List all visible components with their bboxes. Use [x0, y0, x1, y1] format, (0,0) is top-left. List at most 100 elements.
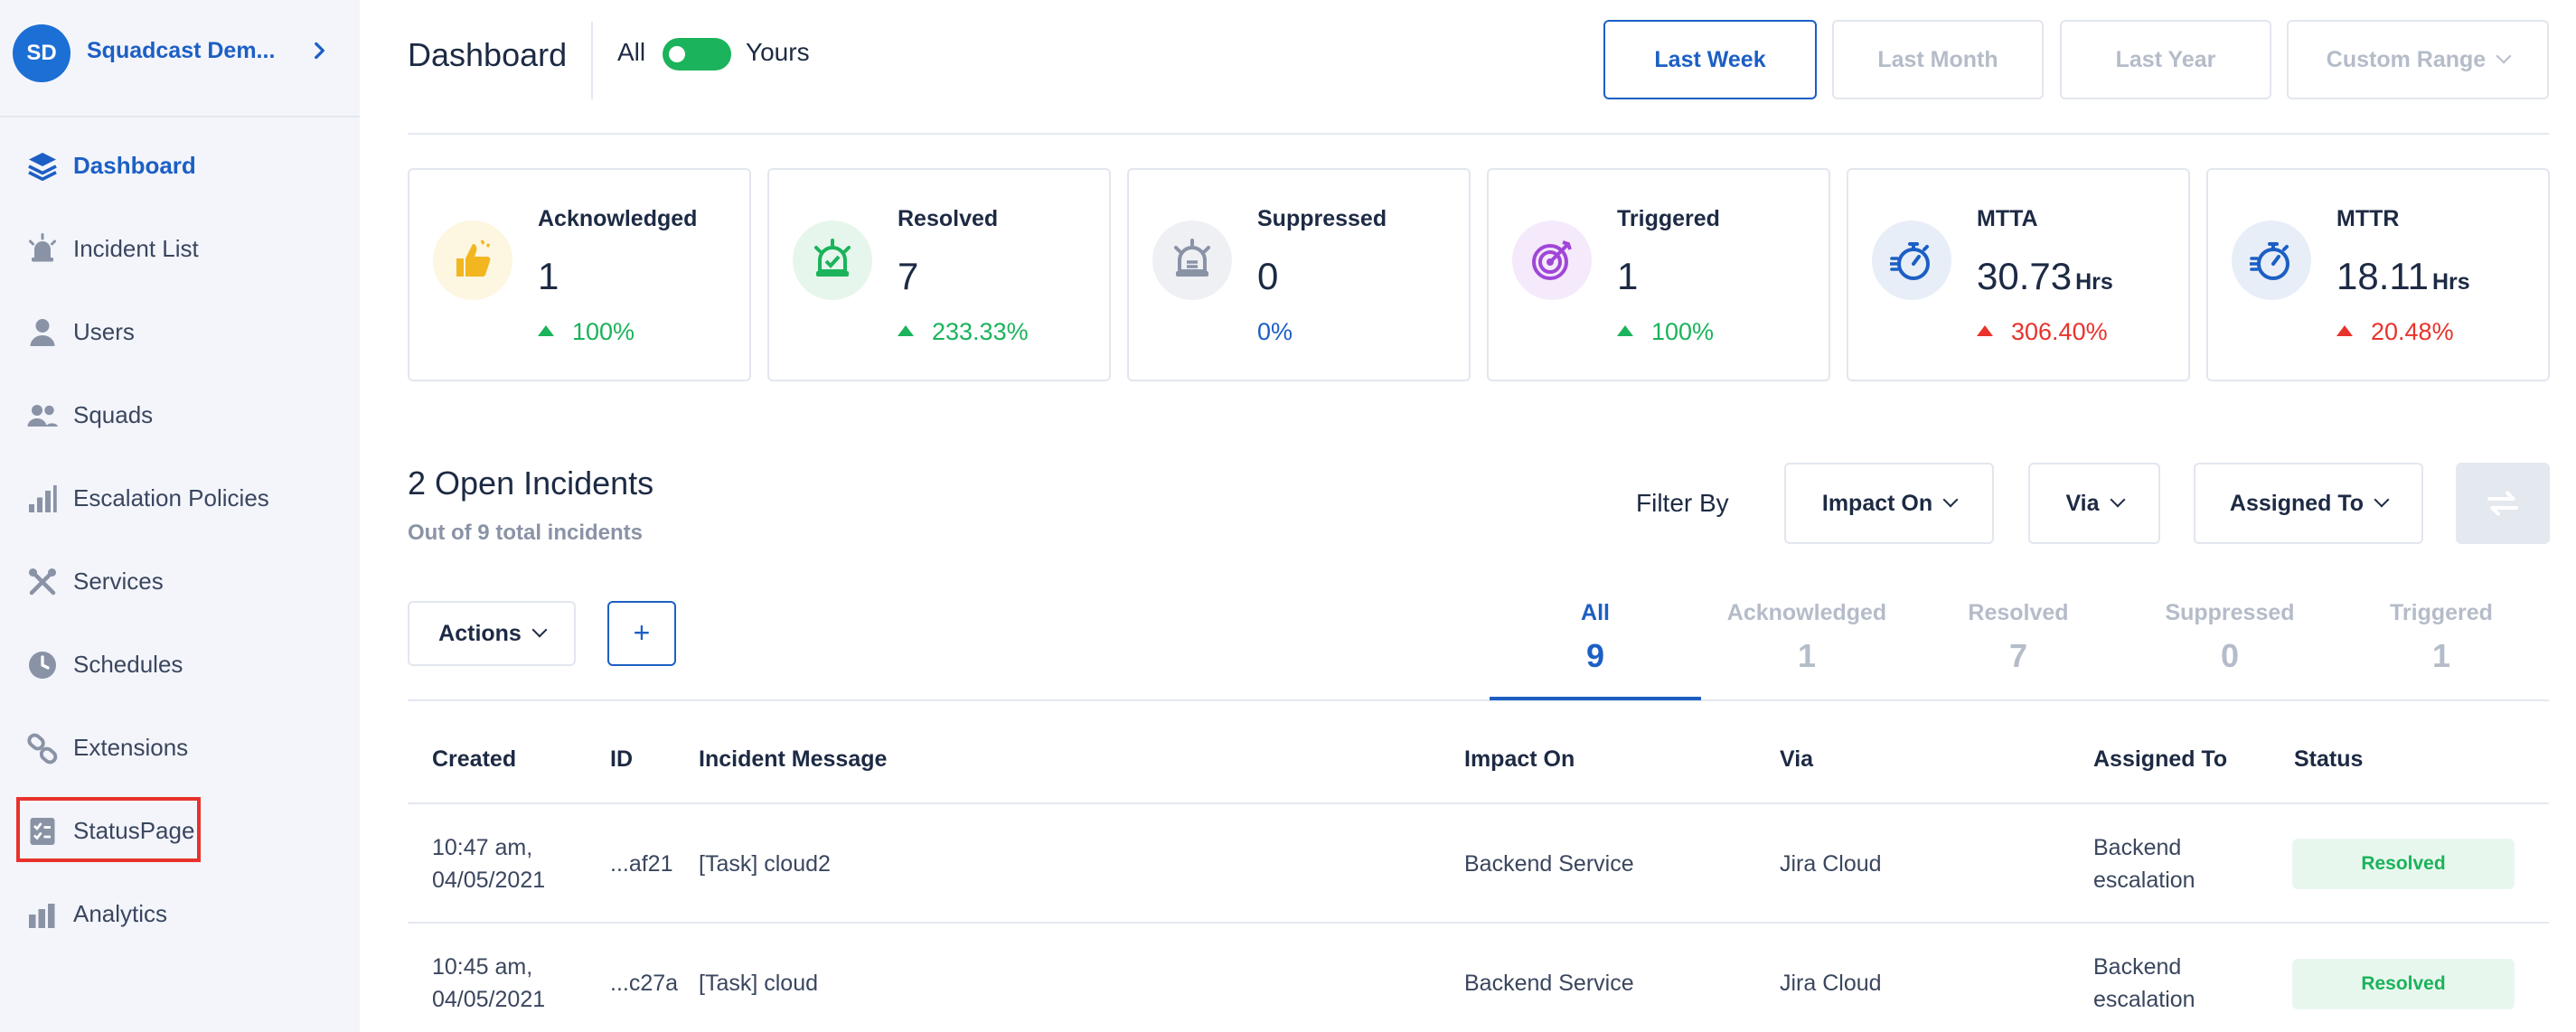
scope-toggle[interactable]: [663, 38, 731, 70]
scope-yours-label: Yours: [746, 38, 810, 66]
sidebar-item-incident-list[interactable]: Incident List: [0, 213, 360, 286]
sidebar-item-escalation-policies[interactable]: Escalation Policies: [0, 463, 360, 535]
tab-label: Acknowledged: [1726, 600, 1887, 625]
cell-created-time: 10:45 am,: [432, 954, 533, 980]
tab-acknowledged[interactable]: Acknowledged 1: [1701, 596, 1913, 698]
sidebar-item-analytics[interactable]: Analytics: [0, 878, 360, 951]
cell-id: ...af21: [610, 851, 673, 877]
cell-message[interactable]: [Task] cloud2: [699, 848, 831, 880]
column-header-created[interactable]: Created: [432, 746, 516, 773]
cell-message[interactable]: [Task] cloud: [699, 967, 818, 999]
sidebar: SD Squadcast Dem... Dashboard Incident L…: [0, 0, 360, 1032]
sidebar-item-users[interactable]: Users: [0, 296, 360, 369]
target-icon: [1532, 240, 1572, 280]
tab-count: 1: [2431, 637, 2451, 674]
page-title: Dashboard: [408, 36, 568, 73]
stat-icon-badge: [433, 220, 512, 300]
stat-title: Acknowledged: [538, 206, 698, 231]
sidebar-item-schedules[interactable]: Schedules: [0, 629, 360, 701]
custom-range-label: Custom Range: [2326, 47, 2487, 72]
via-filter[interactable]: Via: [2028, 463, 2160, 544]
sidebar-item-services[interactable]: Services: [0, 546, 360, 618]
sidebar-item-dashboard[interactable]: Dashboard: [0, 130, 360, 202]
stat-icon-badge: [1152, 220, 1232, 300]
trend-up-icon: [1977, 325, 1993, 336]
stat-unit: Hrs: [2432, 269, 2470, 295]
sidebar-item-squads[interactable]: Squads: [0, 380, 360, 452]
column-header-status[interactable]: Status: [2294, 746, 2363, 773]
tab-all[interactable]: All 9: [1490, 596, 1701, 698]
custom-range-select[interactable]: Custom Range: [2287, 20, 2549, 99]
stat-icon-badge: [1872, 220, 1951, 300]
column-header-assigned-to[interactable]: Assigned To: [2093, 746, 2227, 773]
sidebar-item-label: Squads: [73, 401, 154, 428]
thumbs-up-icon: [456, 239, 491, 277]
link-icon: [27, 733, 58, 765]
cell-id: ...c27a: [610, 971, 679, 996]
sidebar-item-extensions[interactable]: Extensions: [0, 712, 360, 784]
sidebar-item-label: Users: [73, 318, 135, 345]
cell-assigned-to-line2: escalation: [2093, 987, 2195, 1012]
actions-button[interactable]: Actions: [408, 601, 576, 666]
chevron-down-icon: [531, 622, 548, 638]
stat-value: 1: [1617, 255, 1639, 297]
last-year-button[interactable]: Last Year: [2060, 20, 2271, 99]
column-header-id[interactable]: ID: [610, 746, 633, 773]
cell-impact-on: Backend Service: [1464, 971, 1634, 996]
header-row-divider: [408, 802, 2549, 804]
active-tab-indicator: [1490, 697, 1701, 700]
tools-icon: [29, 568, 56, 596]
column-header-impact-on[interactable]: Impact On: [1464, 746, 1575, 773]
refresh-button[interactable]: [2456, 463, 2550, 544]
cell-via: Jira Cloud: [1780, 971, 1882, 996]
tab-triggered[interactable]: Triggered 1: [2336, 596, 2547, 698]
assigned-to-filter[interactable]: Assigned To: [2194, 463, 2423, 544]
stat-icon-badge: [793, 220, 872, 300]
stat-change: 20.48%: [2336, 318, 2454, 346]
cell-created-time: 10:47 am,: [432, 835, 533, 860]
layers-icon: [28, 153, 57, 182]
trend-up-icon: [2336, 325, 2353, 336]
siren-check-icon: [814, 239, 851, 277]
status-badge: Resolved: [2292, 839, 2515, 889]
stat-change: 100%: [538, 318, 635, 346]
chevron-down-icon: [2496, 48, 2512, 64]
stat-unit: Hrs: [2075, 269, 2113, 295]
filter-label: Via: [2065, 491, 2100, 516]
stat-card-mttr[interactable]: MTTR 18.11 Hrs 20.48%: [2206, 168, 2550, 381]
stat-change: 100%: [1617, 318, 1714, 346]
tab-resolved[interactable]: Resolved 7: [1913, 596, 2124, 698]
last-month-button[interactable]: Last Month: [1832, 20, 2044, 99]
sidebar-item-label: Services: [73, 568, 164, 595]
org-switcher[interactable]: SD Squadcast Dem...: [0, 0, 360, 117]
sidebar-item-label: Incident List: [73, 235, 199, 262]
impact-on-filter[interactable]: Impact On: [1784, 463, 1994, 544]
scope-all-label: All: [617, 38, 646, 66]
tab-label: Triggered: [2390, 600, 2493, 625]
column-header-message[interactable]: Incident Message: [699, 746, 887, 773]
stat-value: 0: [1257, 255, 1279, 297]
actions-label: Actions: [438, 621, 522, 646]
stat-title: Resolved: [898, 206, 999, 231]
statuspage-highlight-box: [16, 797, 201, 862]
stat-card-suppressed[interactable]: Suppressed 0 0%: [1127, 168, 1471, 381]
stat-card-resolved[interactable]: Resolved 7 233.33%: [767, 168, 1111, 381]
stat-card-acknowledged[interactable]: Acknowledged 1 100%: [408, 168, 751, 381]
stat-card-mtta[interactable]: MTTA 30.73 Hrs 306.40%: [1847, 168, 2190, 381]
stopwatch-icon: [2250, 242, 2289, 280]
add-incident-button[interactable]: +: [607, 601, 676, 666]
sidebar-item-label: Schedules: [73, 651, 183, 678]
tab-suppressed[interactable]: Suppressed 0: [2124, 596, 2336, 698]
filter-by-label: Filter By: [1636, 489, 1729, 517]
stat-value: 18.11 Hrs: [2336, 255, 2470, 297]
bar-chart-icon: [29, 904, 55, 928]
tab-label: Suppressed: [2165, 600, 2295, 625]
tab-count: 9: [1585, 637, 1605, 674]
stat-value: 30.73 Hrs: [1977, 255, 2113, 297]
tab-label: All: [1581, 600, 1610, 625]
stat-card-triggered[interactable]: Triggered 1 100%: [1487, 168, 1830, 381]
stopwatch-icon: [1890, 242, 1930, 280]
column-header-via[interactable]: Via: [1780, 746, 1813, 773]
bar-steps-icon: [29, 485, 57, 512]
last-week-button[interactable]: Last Week: [1603, 20, 1817, 99]
